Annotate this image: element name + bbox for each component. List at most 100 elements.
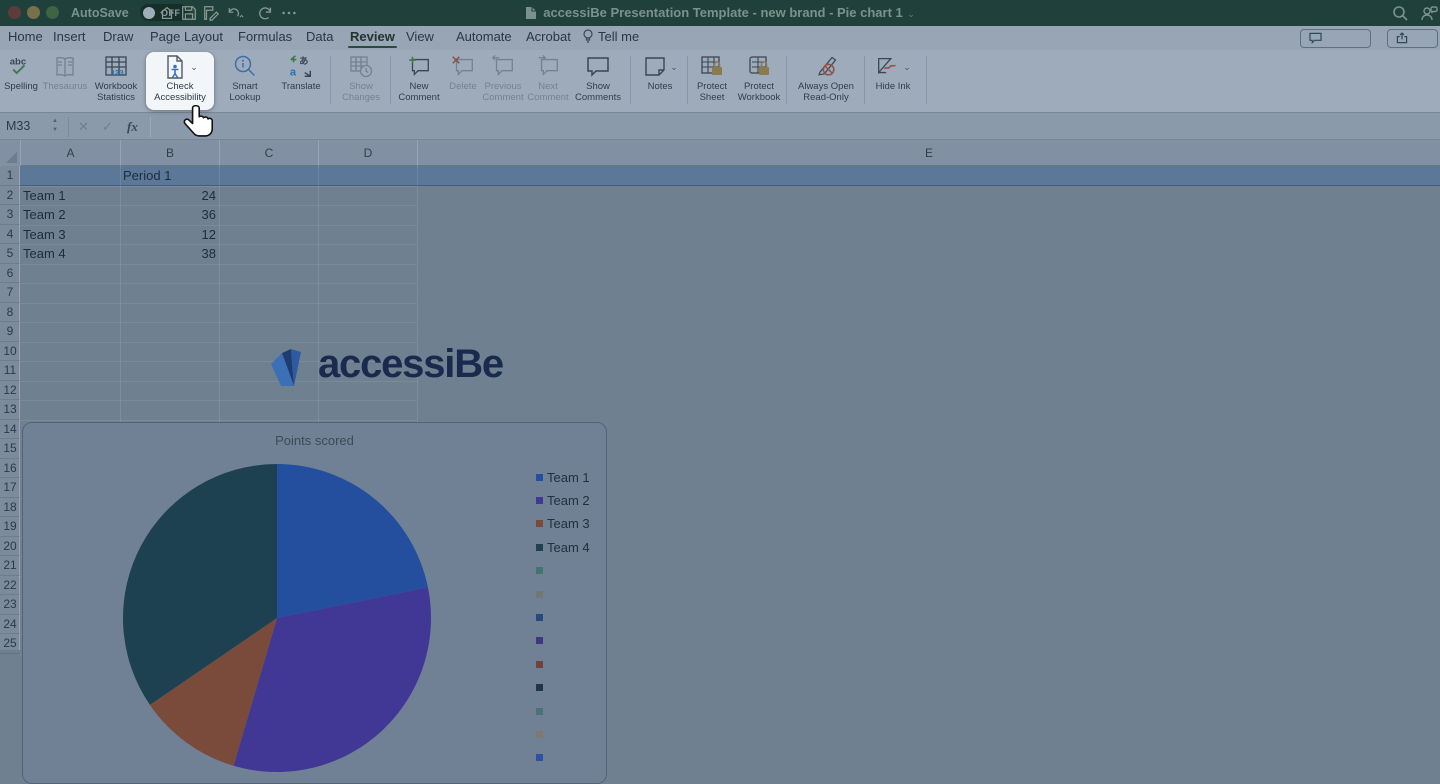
- translate-button[interactable]: あ a Translate: [274, 52, 328, 110]
- cell-B4[interactable]: 12: [123, 225, 216, 245]
- row-header-14[interactable]: 14: [0, 420, 20, 439]
- legend-label: Team 1: [547, 469, 590, 485]
- confirm-entry-icon[interactable]: ✓: [102, 119, 113, 135]
- show-changes-button: Show Changes: [334, 52, 388, 110]
- workbook-statistics-label: Workbook Statistics: [94, 81, 138, 103]
- tab-home[interactable]: Home: [8, 29, 43, 44]
- tab-draw[interactable]: Draw: [103, 29, 133, 44]
- legend-item: [536, 727, 547, 741]
- legend-swatch: [536, 707, 543, 715]
- legend-item: [536, 564, 547, 578]
- check-accessibility-icon: ⌄: [146, 52, 214, 82]
- check-accessibility-button[interactable]: ⌄ Check Accessibility: [146, 52, 214, 110]
- translate-icon: あa: [274, 52, 328, 82]
- show-changes-label: Show Changes: [341, 81, 381, 103]
- row-header-12[interactable]: 12: [0, 381, 20, 400]
- column-header-D[interactable]: D: [318, 140, 417, 166]
- cell-B2[interactable]: 24: [123, 186, 216, 206]
- legend-swatch: [536, 590, 543, 598]
- legend-swatch: [536, 567, 543, 575]
- people-icon[interactable]: [1420, 5, 1438, 27]
- tab-view[interactable]: View: [406, 29, 434, 44]
- select-all-corner[interactable]: [0, 140, 20, 166]
- tell-me-item[interactable]: Tell me: [582, 29, 639, 44]
- row-header-23[interactable]: 23: [0, 595, 20, 615]
- spelling-button[interactable]: abc Spelling: [0, 52, 42, 110]
- row-header-7[interactable]: 7: [0, 283, 20, 303]
- row-header-8[interactable]: 8: [0, 303, 20, 322]
- show-comments-button[interactable]: Show Comments: [570, 52, 626, 110]
- gridline: [20, 263, 417, 265]
- cell-A2[interactable]: Team 1: [23, 186, 117, 206]
- new-comment-button[interactable]: New Comment: [392, 52, 446, 110]
- legend-swatch: [536, 637, 543, 645]
- cell-A5[interactable]: Team 4: [23, 244, 117, 264]
- insert-function-icon[interactable]: fx: [127, 119, 138, 135]
- row-header-5[interactable]: 5: [0, 244, 20, 264]
- row-header-9[interactable]: 9: [0, 322, 20, 342]
- row-header-18[interactable]: 18: [0, 498, 20, 517]
- hand-pointer-cursor: [181, 104, 216, 143]
- row-header-10[interactable]: 10: [0, 342, 20, 361]
- hide-ink-button[interactable]: ⌄ Hide Ink: [868, 52, 918, 110]
- row-header-6[interactable]: 6: [0, 264, 20, 283]
- cell-B3[interactable]: 36: [123, 205, 216, 225]
- tab-automate[interactable]: Automate: [456, 29, 512, 44]
- row-header-11[interactable]: 11: [0, 361, 20, 381]
- row-header-15[interactable]: 15: [0, 439, 20, 459]
- row-header-4[interactable]: 4: [0, 225, 20, 244]
- row-header-20[interactable]: 20: [0, 537, 20, 556]
- name-box-stepper[interactable]: ▲ ▼: [52, 117, 58, 135]
- tab-review[interactable]: Review: [348, 29, 397, 48]
- tab-insert[interactable]: Insert: [53, 29, 86, 44]
- search-icon[interactable]: [1392, 5, 1409, 27]
- row-header-25[interactable]: 25: [0, 634, 20, 654]
- legend-swatch: [536, 754, 543, 762]
- tab-data[interactable]: Data: [306, 29, 333, 44]
- always-open-read-only-button[interactable]: Always Open Read-Only: [790, 52, 862, 110]
- protect-workbook-button[interactable]: Protect Workbook: [734, 52, 784, 110]
- ribbon-group-divider: [330, 56, 331, 104]
- row-header-21[interactable]: 21: [0, 556, 20, 576]
- legend-item-team-2: Team 2: [536, 493, 590, 508]
- cell-A4[interactable]: Team 3: [23, 225, 117, 245]
- share-button[interactable]: Share: [1387, 29, 1438, 62]
- column-header-A[interactable]: A: [20, 140, 120, 166]
- workbook-statistics-button[interactable]: 123 Workbook Statistics: [88, 52, 144, 110]
- document-title[interactable]: accessiBe Presentation Template - new br…: [543, 5, 903, 20]
- smart-lookup-button[interactable]: Smart Lookup: [218, 52, 272, 110]
- chevron-down-icon: ⌄: [670, 61, 678, 72]
- legend-item-team-4: Team 4: [536, 540, 590, 555]
- legend-item: [536, 681, 547, 695]
- row-header-19[interactable]: 19: [0, 517, 20, 537]
- row-header-24[interactable]: 24: [0, 615, 20, 634]
- row-header-22[interactable]: 22: [0, 576, 20, 595]
- column-header-E[interactable]: E: [417, 140, 1440, 166]
- row-header-1[interactable]: 1: [0, 166, 20, 186]
- gridline: [20, 419, 417, 421]
- cancel-entry-icon[interactable]: ✕: [78, 119, 89, 135]
- cell-B5[interactable]: 38: [123, 244, 216, 264]
- comments-button[interactable]: Comments: [1300, 29, 1371, 62]
- notes-button[interactable]: ⌄ Notes: [636, 52, 684, 110]
- tab-page-layout[interactable]: Page Layout: [150, 29, 223, 44]
- row-header-17[interactable]: 17: [0, 478, 20, 498]
- column-header-B[interactable]: B: [120, 140, 219, 166]
- legend-item: [536, 751, 547, 765]
- row-header-2[interactable]: 2: [0, 186, 20, 205]
- legend-swatch: [536, 473, 543, 481]
- protect-sheet-button[interactable]: Protect Sheet: [690, 52, 734, 110]
- notes-icon: ⌄: [636, 52, 684, 82]
- pie-chart-panel[interactable]: Points scored Team 1 Team 2 Team 3 Team 4: [22, 422, 607, 784]
- row-header-16[interactable]: 16: [0, 459, 20, 478]
- ribbon: abc Spelling Thesaurus 123 Workbook Statisti…: [0, 50, 1440, 112]
- row-header-13[interactable]: 13: [0, 400, 20, 420]
- tab-formulas[interactable]: Formulas: [238, 29, 292, 44]
- cell-B1[interactable]: Period 1: [123, 166, 216, 186]
- name-box[interactable]: M33: [6, 119, 30, 133]
- spreadsheet-grid[interactable]: Period 1 Team 1 24 Team 2 36 Team 3 12 Team 4 38…: [0, 140, 1440, 784]
- row-header-3[interactable]: 3: [0, 205, 20, 225]
- tab-acrobat[interactable]: Acrobat: [526, 29, 571, 44]
- column-header-C[interactable]: C: [219, 140, 318, 166]
- cell-A3[interactable]: Team 2: [23, 205, 117, 225]
